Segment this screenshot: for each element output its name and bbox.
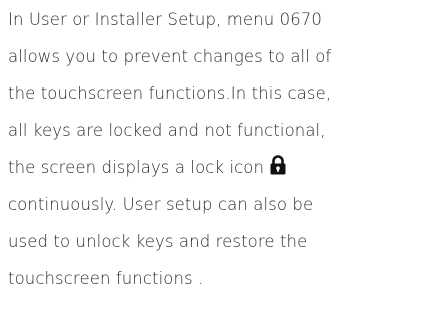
document-page: In User or Installer Setup, menu 0670 al… <box>0 0 424 336</box>
paragraph-line-8: touchscreen functions . <box>8 269 204 288</box>
paragraph-line-6: continuously. User setup can also be <box>8 195 314 214</box>
paragraph-line-3: the touchscreen functions.In this case, <box>8 84 332 103</box>
lock-icon <box>270 155 286 175</box>
instruction-paragraph: In User or Installer Setup, menu 0670 al… <box>8 0 422 297</box>
paragraph-line-5-text: the screen displays a lock icon <box>8 158 265 177</box>
paragraph-line-5: the screen displays a lock icon <box>8 149 422 186</box>
paragraph-line-7: used to unlock keys and restore the <box>8 232 308 251</box>
paragraph-line-4: all keys are locked and not functional, <box>8 121 326 140</box>
paragraph-line-2: allows you to prevent changes to all of <box>8 47 332 66</box>
paragraph-line-1: In User or Installer Setup, menu 0670 <box>8 10 322 29</box>
